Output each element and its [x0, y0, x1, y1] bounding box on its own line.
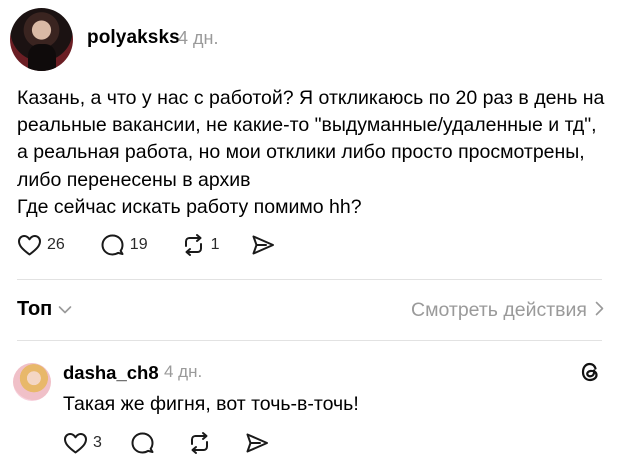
- post-text: Казань, а что у нас с работой? Я отклика…: [17, 85, 612, 221]
- repost-icon: [181, 233, 206, 257]
- post-text-line: Где сейчас искать работу помимо hh?: [17, 195, 362, 218]
- like-count: 26: [47, 236, 65, 253]
- share-button[interactable]: [244, 431, 270, 455]
- sort-label: Топ: [17, 298, 53, 320]
- reply-count: 19: [129, 236, 148, 253]
- reply-actions: 3: [63, 431, 270, 455]
- post-text-line: а реальная работа, но мои отклики либо п…: [17, 141, 585, 164]
- divider: [17, 340, 602, 341]
- chevron-down-icon: [52, 298, 72, 321]
- post-actions: 26 19 1: [17, 233, 276, 257]
- comment-icon: [130, 431, 155, 455]
- avatar[interactable]: [10, 8, 73, 71]
- repost-button[interactable]: [187, 431, 212, 455]
- send-icon: [244, 431, 270, 455]
- threads-logo-icon[interactable]: [579, 360, 601, 389]
- like-button[interactable]: 3: [63, 431, 102, 455]
- view-activity-link[interactable]: Смотреть действия: [411, 299, 604, 322]
- reply-button[interactable]: [130, 431, 155, 455]
- share-button[interactable]: [250, 233, 276, 257]
- send-icon: [250, 233, 276, 257]
- post-text-line: Казань, а что у нас с работой? Я отклика…: [17, 87, 605, 109]
- heart-icon: [63, 431, 88, 455]
- like-count: 3: [93, 434, 102, 451]
- reply-text: Такая же фигня, вот точь-в-точь!: [63, 393, 359, 415]
- view-activity-label: Смотреть действия: [411, 299, 587, 321]
- reply-button[interactable]: 19: [100, 233, 148, 257]
- heart-icon: [17, 233, 42, 257]
- post-text-line: либо перенесены в архив: [17, 168, 251, 191]
- post-username[interactable]: polyaksks: [87, 27, 180, 49]
- reply-username[interactable]: dasha_ch8: [63, 362, 159, 384]
- post-text-line: реальные вакансии, не какие-то "выдуманн…: [17, 114, 597, 137]
- like-button[interactable]: 26: [17, 233, 65, 257]
- repost-button[interactable]: 1: [181, 233, 220, 257]
- reply-time: 4 дн.: [164, 362, 203, 381]
- post-time: 4 дн.: [178, 28, 219, 48]
- chevron-right-icon: [587, 299, 604, 322]
- divider: [17, 279, 602, 280]
- comment-icon: [100, 233, 125, 257]
- repost-count: 1: [210, 236, 220, 253]
- avatar[interactable]: [13, 363, 51, 401]
- repost-icon: [187, 431, 212, 455]
- sort-dropdown[interactable]: Топ: [17, 298, 72, 321]
